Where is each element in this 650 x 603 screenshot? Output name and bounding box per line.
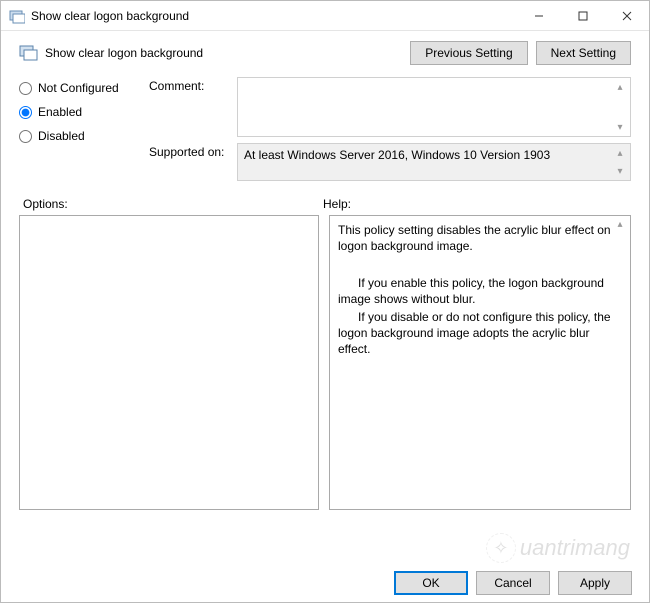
scroll-up-icon[interactable]: ▴ <box>613 218 627 232</box>
supported-label: Supported on: <box>149 143 237 159</box>
supported-value: At least Windows Server 2016, Windows 10… <box>244 148 550 162</box>
comment-textarea[interactable]: ▴ ▾ <box>237 77 631 137</box>
comment-label: Comment: <box>149 77 237 93</box>
watermark: ✧ uantrimang <box>486 533 630 563</box>
panels-labels: Options: Help: <box>1 187 649 215</box>
scroll-down-icon[interactable]: ▾ <box>613 120 627 134</box>
next-setting-button[interactable]: Next Setting <box>536 41 631 65</box>
policy-header-icon <box>19 44 39 62</box>
radio-not-configured[interactable]: Not Configured <box>19 81 149 95</box>
panels-row: This policy setting disables the acrylic… <box>1 215 649 510</box>
footer-buttons: OK Cancel Apply <box>394 571 632 595</box>
radio-not-configured-input[interactable] <box>19 82 32 95</box>
help-p1: This policy setting disables the acrylic… <box>338 222 612 254</box>
radio-disabled[interactable]: Disabled <box>19 129 149 143</box>
radio-enabled[interactable]: Enabled <box>19 105 149 119</box>
radio-group: Not Configured Enabled Disabled <box>19 77 149 187</box>
scroll-up-icon[interactable]: ▴ <box>613 80 627 94</box>
setting-title: Show clear logon background <box>45 46 410 60</box>
help-label: Help: <box>323 197 351 211</box>
apply-button[interactable]: Apply <box>558 571 632 595</box>
radio-enabled-input[interactable] <box>19 106 32 119</box>
radio-enabled-label: Enabled <box>38 105 82 119</box>
header-row: Show clear logon background Previous Set… <box>1 31 649 65</box>
watermark-text: uantrimang <box>520 535 630 561</box>
options-label: Options: <box>23 197 323 211</box>
ok-button[interactable]: OK <box>394 571 468 595</box>
options-panel <box>19 215 319 510</box>
window-title: Show clear logon background <box>31 9 517 23</box>
minimize-button[interactable] <box>517 1 561 31</box>
form-area: Not Configured Enabled Disabled Comment:… <box>1 65 649 187</box>
radio-not-configured-label: Not Configured <box>38 81 119 95</box>
titlebar: Show clear logon background <box>1 1 649 31</box>
supported-box: At least Windows Server 2016, Windows 10… <box>237 143 631 181</box>
close-button[interactable] <box>605 1 649 31</box>
watermark-bulb-icon: ✧ <box>486 533 516 563</box>
previous-setting-button[interactable]: Previous Setting <box>410 41 527 65</box>
radio-disabled-input[interactable] <box>19 130 32 143</box>
scroll-down-icon[interactable]: ▾ <box>613 164 627 178</box>
help-p3: If you disable or do not configure this … <box>338 309 612 358</box>
help-panel: This policy setting disables the acrylic… <box>329 215 631 510</box>
radio-disabled-label: Disabled <box>38 129 85 143</box>
maximize-button[interactable] <box>561 1 605 31</box>
policy-icon <box>9 8 25 24</box>
cancel-button[interactable]: Cancel <box>476 571 550 595</box>
help-p2: If you enable this policy, the logon bac… <box>338 275 612 307</box>
scroll-up-icon[interactable]: ▴ <box>613 146 627 160</box>
